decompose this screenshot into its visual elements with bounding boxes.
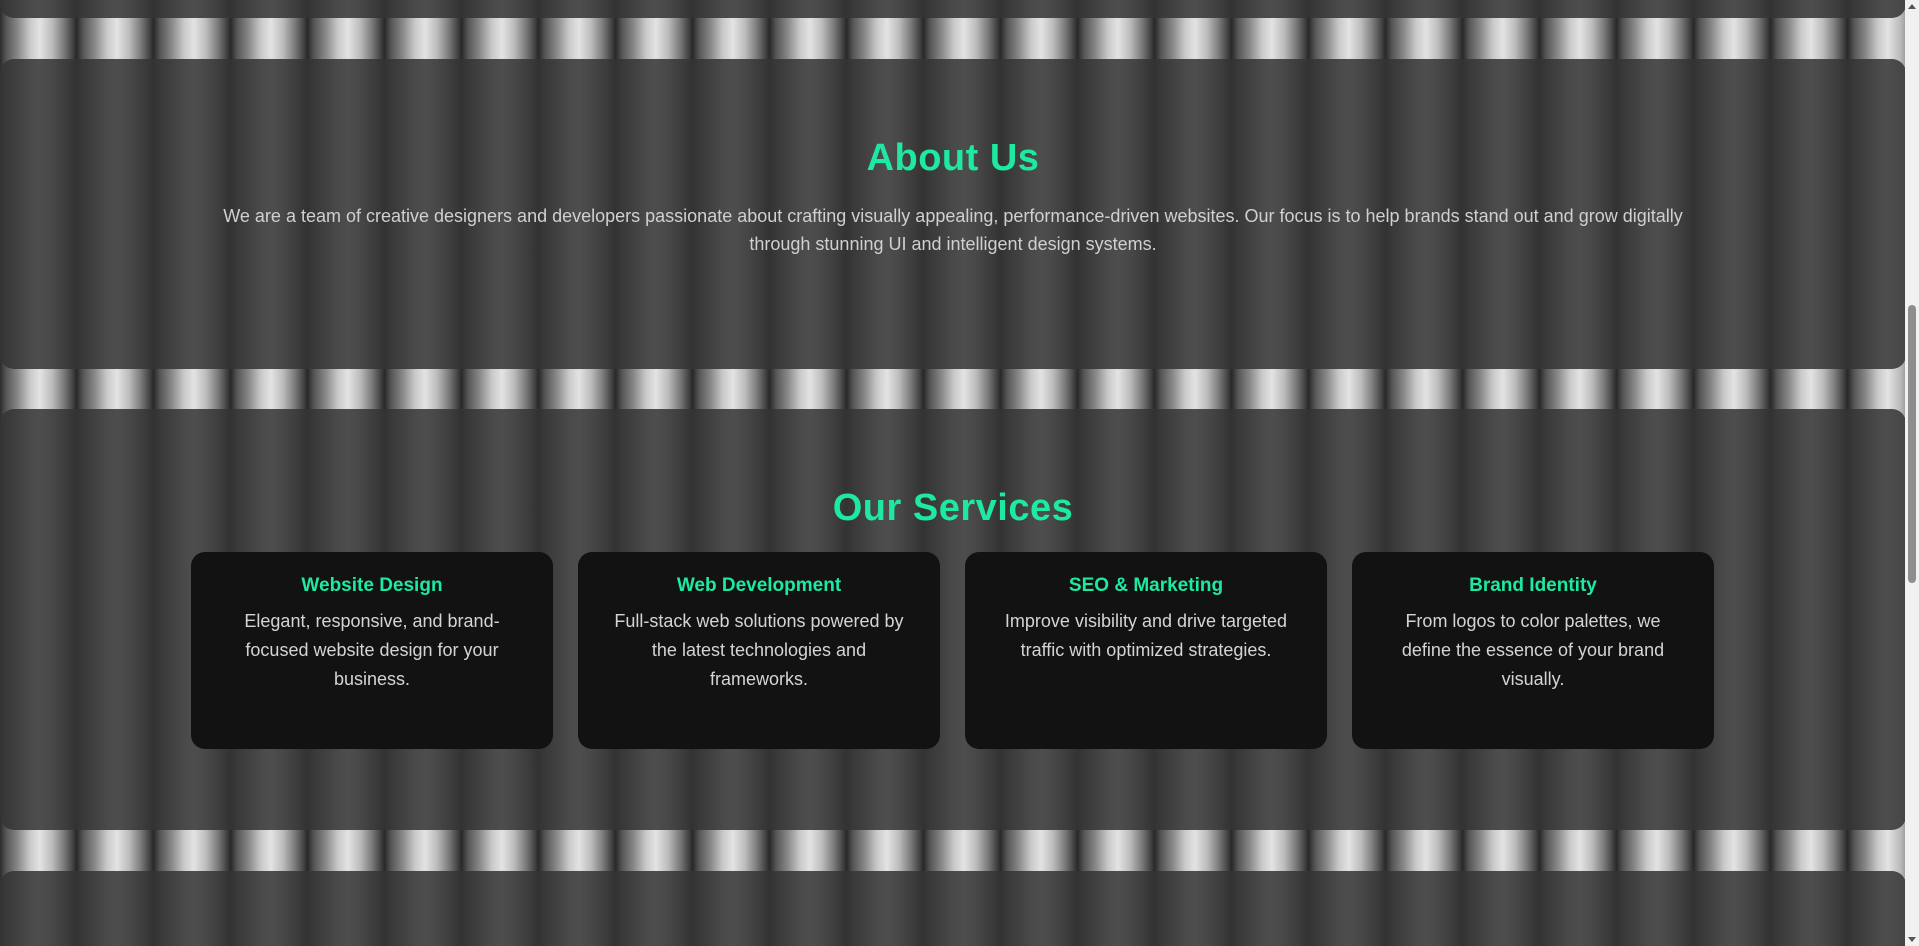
services-card-list: Website Design Elegant, responsive, and … [191, 552, 1714, 749]
about-description: We are a team of creative designers and … [223, 206, 1683, 254]
next-section [0, 871, 1906, 946]
vertical-scrollbar[interactable] [1905, 0, 1919, 946]
service-card-title: Brand Identity [1469, 575, 1597, 596]
services-title: Our Services [832, 487, 1074, 529]
service-card-website-design: Website Design Elegant, responsive, and … [191, 552, 553, 749]
service-card-description: Elegant, responsive, and brand-focused w… [244, 611, 500, 689]
service-card-description: Improve visibility and drive targeted tr… [1004, 611, 1288, 660]
service-card-description: Full-stack web solutions powered by the … [614, 611, 904, 689]
scrollbar-thumb[interactable] [1908, 305, 1916, 583]
service-card-web-development: Web Development Full-stack web solutions… [578, 552, 940, 749]
service-card-brand-identity: Brand Identity From logos to color palet… [1352, 552, 1714, 749]
services-section: Our Services Website Design Elegant, res… [0, 409, 1906, 830]
service-card-title: SEO & Marketing [1068, 575, 1224, 596]
service-card-seo-marketing: SEO & Marketing Improve visibility and d… [965, 552, 1327, 749]
previous-section [0, 0, 1906, 18]
scroll-down-arrow-icon[interactable] [1908, 937, 1916, 942]
page-viewport: About Us We are a team of creative desig… [0, 0, 1919, 946]
service-card-title: Website Design [301, 575, 443, 596]
about-section: About Us We are a team of creative desig… [0, 59, 1906, 369]
scroll-up-arrow-icon[interactable] [1908, 4, 1916, 9]
service-card-title: Web Development [676, 575, 842, 596]
about-title: About Us [866, 137, 1040, 179]
service-card-description: From logos to color palettes, we define … [1401, 611, 1665, 689]
